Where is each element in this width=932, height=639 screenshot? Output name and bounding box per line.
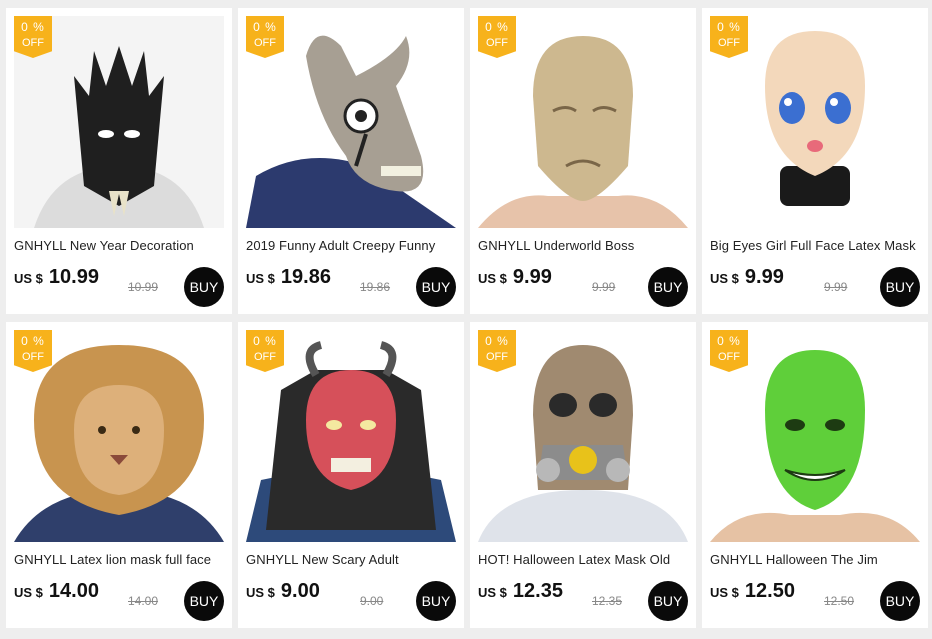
old-price: 10.99 xyxy=(128,280,159,294)
currency-label: US $ xyxy=(246,585,275,600)
old-price: 9.99 xyxy=(824,280,848,294)
currency-label: US $ xyxy=(710,585,739,600)
product-title[interactable]: HOT! Halloween Latex Mask Old xyxy=(478,552,690,567)
product-card[interactable]: 0 % OFF HOT! Halloween Latex Mask Old US … xyxy=(470,322,696,628)
price-value: 9.00 xyxy=(280,580,320,602)
price-value: 14.00 xyxy=(48,580,99,602)
buy-button[interactable]: BUY xyxy=(648,267,688,307)
price-row: US $ 12.35 xyxy=(478,580,563,620)
product-card[interactable]: 0 % OFF 2019 Funny Adult Creepy Funny US … xyxy=(238,8,464,314)
discount-badge: 0 % OFF xyxy=(478,16,516,58)
product-title[interactable]: GNHYLL Halloween The Jim xyxy=(710,552,922,567)
buy-button[interactable]: BUY xyxy=(416,581,456,621)
buy-button[interactable]: BUY xyxy=(648,581,688,621)
buy-button[interactable]: BUY xyxy=(184,581,224,621)
product-card[interactable]: 0 % OFF Big Eyes Girl Full Face Latex Mas… xyxy=(702,8,928,314)
discount-badge: 0 % OFF xyxy=(710,16,748,58)
buy-button[interactable]: BUY xyxy=(416,267,456,307)
old-price: 9.99 xyxy=(592,280,616,294)
old-price: 19.86 xyxy=(360,280,391,294)
currency-label: US $ xyxy=(710,271,739,286)
product-title[interactable]: GNHYLL New Year Decoration xyxy=(14,238,226,253)
currency-label: US $ xyxy=(478,585,507,600)
old-price: 12.50 xyxy=(824,594,855,608)
discount-badge: 0 % OFF xyxy=(710,330,748,372)
price-value: 9.99 xyxy=(512,266,552,288)
buy-button[interactable]: BUY xyxy=(880,581,920,621)
price-row: US $ 12.50 xyxy=(710,580,795,620)
product-title[interactable]: Big Eyes Girl Full Face Latex Mask xyxy=(710,238,922,253)
price-row: US $ 9.00 xyxy=(246,580,320,620)
buy-button[interactable]: BUY xyxy=(184,267,224,307)
currency-label: US $ xyxy=(14,585,43,600)
price-value: 12.35 xyxy=(512,580,563,602)
discount-badge: 0 % OFF xyxy=(246,16,284,58)
price-row: US $ 19.86 xyxy=(246,266,331,306)
old-price: 12.35 xyxy=(592,594,623,608)
product-card[interactable]: 0 % OFF GNHYLL Latex lion mask full face … xyxy=(6,322,232,628)
price-row: US $ 10.99 xyxy=(14,266,99,306)
old-price: 14.00 xyxy=(128,594,159,608)
price-value: 9.99 xyxy=(744,266,784,288)
price-row: US $ 14.00 xyxy=(14,580,99,620)
product-title[interactable]: 2019 Funny Adult Creepy Funny xyxy=(246,238,458,253)
product-card[interactable]: 0 % OFF GNHYLL New Scary Adult US $ 9.00 … xyxy=(238,322,464,628)
old-price: 9.00 xyxy=(360,594,384,608)
product-card[interactable]: 0 % OFF GNHYLL Underworld Boss US $ 9.99 … xyxy=(470,8,696,314)
currency-label: US $ xyxy=(478,271,507,286)
currency-label: US $ xyxy=(14,271,43,286)
price-row: US $ 9.99 xyxy=(710,266,784,306)
currency-label: US $ xyxy=(246,271,275,286)
discount-badge: 0 % OFF xyxy=(478,330,516,372)
product-title[interactable]: GNHYLL Latex lion mask full face xyxy=(14,552,226,567)
price-value: 19.86 xyxy=(280,266,331,288)
price-value: 12.50 xyxy=(744,580,795,602)
buy-button[interactable]: BUY xyxy=(880,267,920,307)
price-row: US $ 9.99 xyxy=(478,266,552,306)
product-title[interactable]: GNHYLL Underworld Boss xyxy=(478,238,690,253)
price-value: 10.99 xyxy=(48,266,99,288)
product-grid: 0 % OFF GNHYLL New Year Decoration US $ 1… xyxy=(0,0,932,639)
discount-badge: 0 % OFF xyxy=(246,330,284,372)
product-title[interactable]: GNHYLL New Scary Adult xyxy=(246,552,458,567)
product-card[interactable]: 0 % OFF GNHYLL Halloween The Jim US $ 12.… xyxy=(702,322,928,628)
discount-badge: 0 % OFF xyxy=(14,330,52,372)
product-card[interactable]: 0 % OFF GNHYLL New Year Decoration US $ 1… xyxy=(6,8,232,314)
discount-badge: 0 % OFF xyxy=(14,16,52,58)
